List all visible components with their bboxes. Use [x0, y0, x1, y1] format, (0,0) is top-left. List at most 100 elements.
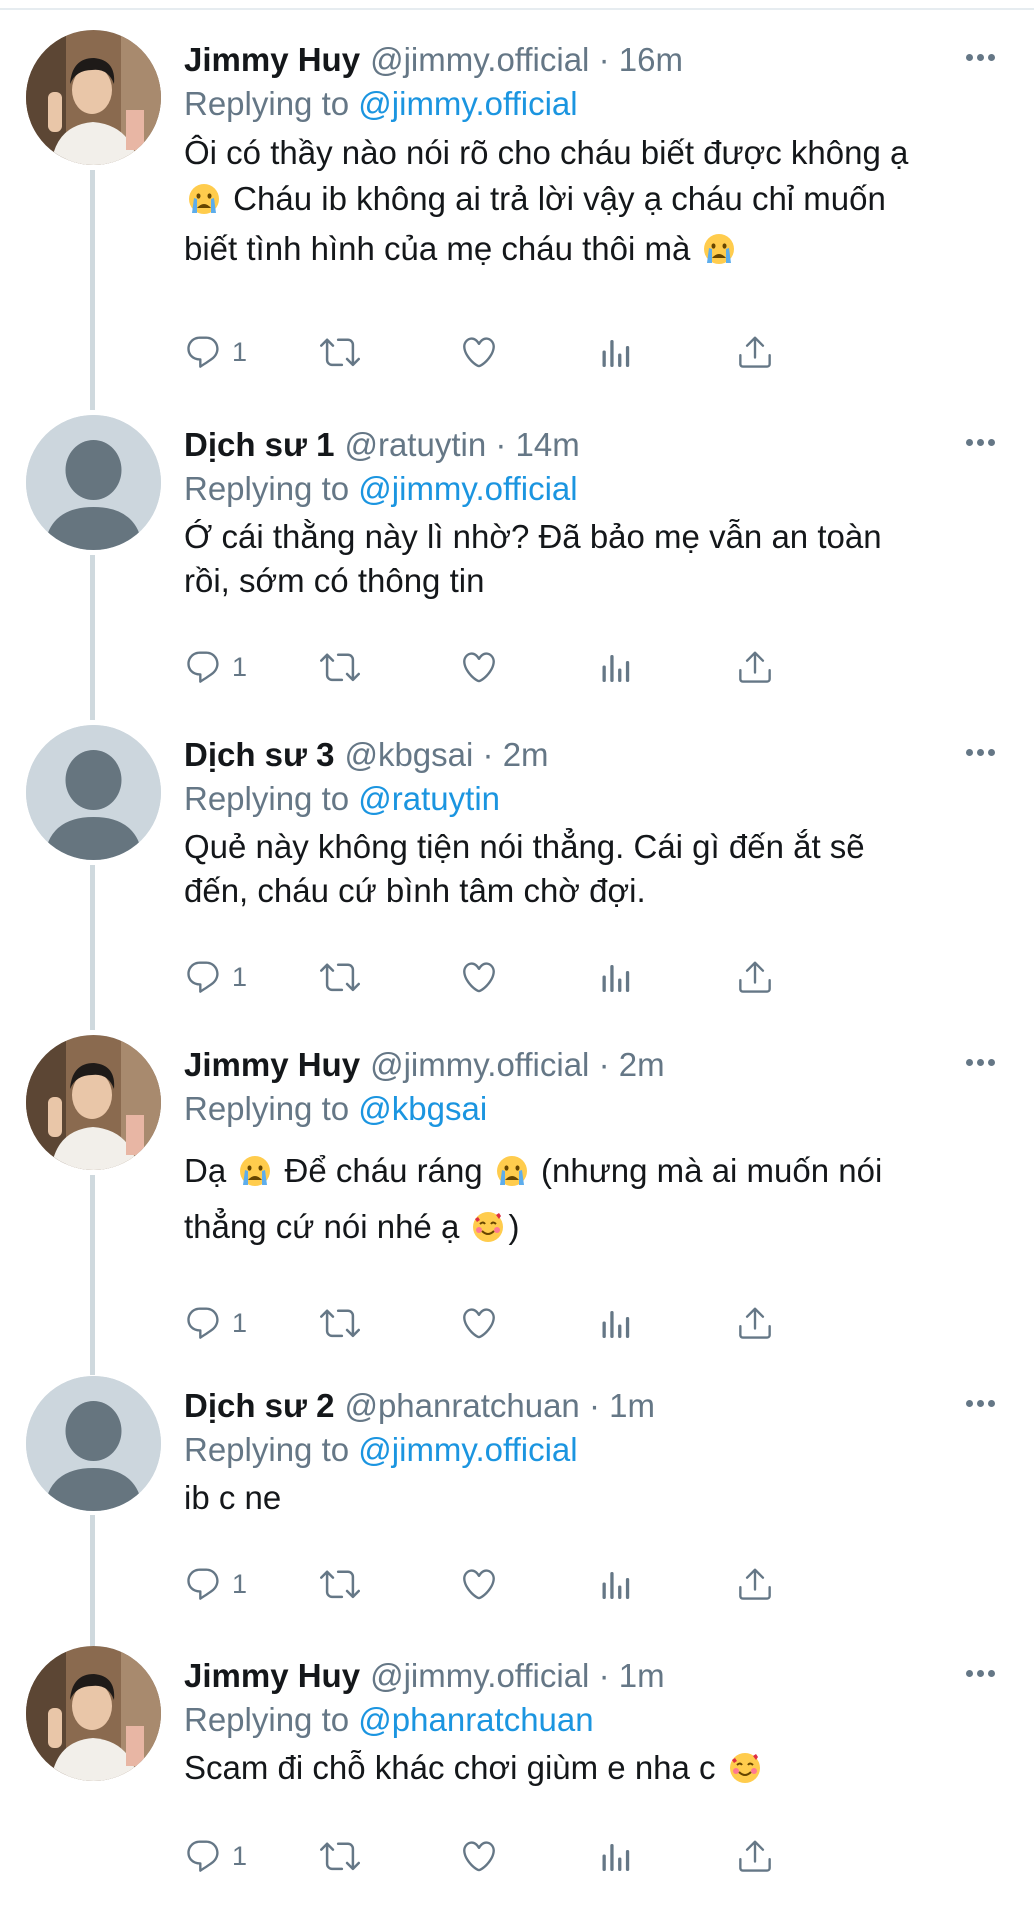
- like-button[interactable]: [460, 1830, 498, 1882]
- separator: ·: [588, 1387, 600, 1424]
- more-icon[interactable]: [958, 42, 1002, 72]
- like-button[interactable]: [460, 1297, 498, 1349]
- separator: ·: [598, 41, 610, 78]
- avatar[interactable]: [26, 1646, 161, 1781]
- tweet-text-segment: ): [508, 1208, 520, 1245]
- tweet-text: Ôi có thầy nào nói rõ cho cháu biết được…: [184, 130, 1004, 272]
- reply-button[interactable]: 1: [184, 1830, 247, 1882]
- avatar[interactable]: [26, 415, 161, 550]
- timestamp[interactable]: 1m: [619, 1657, 665, 1694]
- views-button[interactable]: [598, 1297, 634, 1349]
- reply-button[interactable]: 1: [184, 641, 247, 693]
- tweet[interactable]: Dịch sư 2 @phanratchuan · 1m Replying to …: [0, 1376, 1034, 1626]
- tweet-header: Dịch sư 1 @ratuytin · 14m: [184, 423, 580, 467]
- avatar[interactable]: [26, 1035, 161, 1170]
- avatar[interactable]: [26, 1376, 161, 1511]
- timestamp[interactable]: 2m: [619, 1046, 665, 1083]
- more-icon[interactable]: [958, 737, 1002, 767]
- views-button[interactable]: [598, 641, 634, 693]
- mention-link[interactable]: @jimmy.official: [358, 85, 577, 122]
- timestamp[interactable]: 16m: [619, 41, 683, 78]
- views-button[interactable]: [598, 1558, 634, 1610]
- tweet-header: Jimmy Huy @jimmy.official · 16m: [184, 38, 683, 82]
- username[interactable]: @phanratchuan: [344, 1387, 579, 1424]
- reply-count: 1: [232, 1307, 248, 1338]
- replying-to: Replying to @phanratchuan: [184, 1698, 594, 1742]
- username[interactable]: @ratuytin: [344, 426, 486, 463]
- retweet-button[interactable]: [320, 1558, 360, 1610]
- views-button[interactable]: [598, 1830, 634, 1882]
- retweet-button[interactable]: [320, 951, 360, 1003]
- tweet-text-line: Cháu ib không ai trả lời vậy ạ cháu chỉ …: [233, 180, 886, 217]
- views-button[interactable]: [598, 326, 634, 378]
- retweet-button[interactable]: [320, 1297, 360, 1349]
- reply-button[interactable]: 1: [184, 951, 247, 1003]
- like-button[interactable]: [460, 326, 498, 378]
- reply-count: 1: [232, 1568, 248, 1599]
- tweet[interactable]: Jimmy Huy @jimmy.official · 16m Replying …: [0, 30, 1034, 380]
- share-button[interactable]: [736, 1558, 774, 1610]
- views-button[interactable]: [598, 951, 634, 1003]
- more-icon[interactable]: [958, 427, 1002, 457]
- display-name[interactable]: Dịch sư 1: [184, 426, 334, 463]
- reply-button[interactable]: 1: [184, 326, 247, 378]
- timestamp[interactable]: 1m: [609, 1387, 655, 1424]
- tweet[interactable]: Dịch sư 3 @kbgsai · 2m Replying to @ratuy…: [0, 725, 1034, 1020]
- share-button[interactable]: [736, 1297, 774, 1349]
- reply-button[interactable]: 1: [184, 1297, 247, 1349]
- mention-link[interactable]: @phanratchuan: [358, 1701, 593, 1738]
- tweet-header: Dịch sư 2 @phanratchuan · 1m: [184, 1384, 655, 1428]
- display-name[interactable]: Jimmy Huy: [184, 1046, 360, 1083]
- retweet-button[interactable]: [320, 326, 360, 378]
- share-button[interactable]: [736, 1830, 774, 1882]
- avatar[interactable]: [26, 30, 161, 165]
- replying-to: Replying to @ratuytin: [184, 777, 500, 821]
- share-button[interactable]: [736, 326, 774, 378]
- replying-to: Replying to @jimmy.official: [184, 1428, 578, 1472]
- separator: ·: [598, 1657, 610, 1694]
- analytics-icon: [602, 1572, 630, 1599]
- replying-to: Replying to @jimmy.official: [184, 82, 578, 126]
- tweet[interactable]: Jimmy Huy @jimmy.official · 2m Replying t…: [0, 1035, 1034, 1365]
- display-name[interactable]: Dịch sư 2: [184, 1387, 334, 1424]
- display-name[interactable]: Jimmy Huy: [184, 41, 360, 78]
- username[interactable]: @jimmy.official: [370, 1046, 589, 1083]
- tweet-text-segment: thẳng cứ nói nhé ạ: [184, 1208, 460, 1245]
- share-button[interactable]: [736, 641, 774, 693]
- timestamp[interactable]: 2m: [503, 736, 549, 773]
- username[interactable]: @kbgsai: [344, 736, 473, 773]
- retweet-button[interactable]: [320, 1830, 360, 1882]
- display-name[interactable]: Jimmy Huy: [184, 1657, 360, 1694]
- more-icon[interactable]: [958, 1658, 1002, 1688]
- more-icon[interactable]: [958, 1047, 1002, 1077]
- tweet-actions: 1: [184, 326, 1004, 378]
- mention-link[interactable]: @kbgsai: [358, 1090, 487, 1127]
- mention-link[interactable]: @jimmy.official: [358, 1431, 577, 1468]
- tweet[interactable]: Dịch sư 1 @ratuytin · 14m Replying to @ji…: [0, 415, 1034, 710]
- timestamp[interactable]: 14m: [516, 426, 580, 463]
- reply-count: 1: [232, 961, 248, 992]
- more-icon[interactable]: [958, 1388, 1002, 1418]
- tweet-text: Quẻ này không tiện nói thẳng. Cái gì đến…: [184, 825, 1004, 913]
- username[interactable]: @jimmy.official: [370, 41, 589, 78]
- like-button[interactable]: [460, 951, 498, 1003]
- tweet[interactable]: Jimmy Huy @jimmy.official · 1m Replying t…: [0, 1646, 1034, 1906]
- mention-link[interactable]: @jimmy.official: [358, 470, 577, 507]
- tweet-text-line: Ớ cái thằng này lì nhờ? Đã bảo mẹ vẫn an…: [184, 518, 882, 555]
- replying-to-prefix: Replying to: [184, 470, 350, 507]
- reply-button[interactable]: 1: [184, 1558, 247, 1610]
- share-button[interactable]: [736, 951, 774, 1003]
- smiling-face-with-hearts-emoji: [472, 1204, 504, 1242]
- separator: ·: [482, 736, 494, 773]
- mention-link[interactable]: @ratuytin: [358, 780, 500, 817]
- crying-face-emoji: [703, 231, 735, 264]
- display-name[interactable]: Dịch sư 3: [184, 736, 334, 773]
- username[interactable]: @jimmy.official: [370, 1657, 589, 1694]
- tweet-actions: 1: [184, 1558, 1004, 1610]
- like-button[interactable]: [460, 1558, 498, 1610]
- retweet-button[interactable]: [320, 641, 360, 693]
- avatar[interactable]: [26, 725, 161, 860]
- reply-count: 1: [232, 1840, 248, 1871]
- like-button[interactable]: [460, 641, 498, 693]
- tweet-text-line: Scam đi chỗ khác chơi giùm e nha c: [184, 1749, 716, 1786]
